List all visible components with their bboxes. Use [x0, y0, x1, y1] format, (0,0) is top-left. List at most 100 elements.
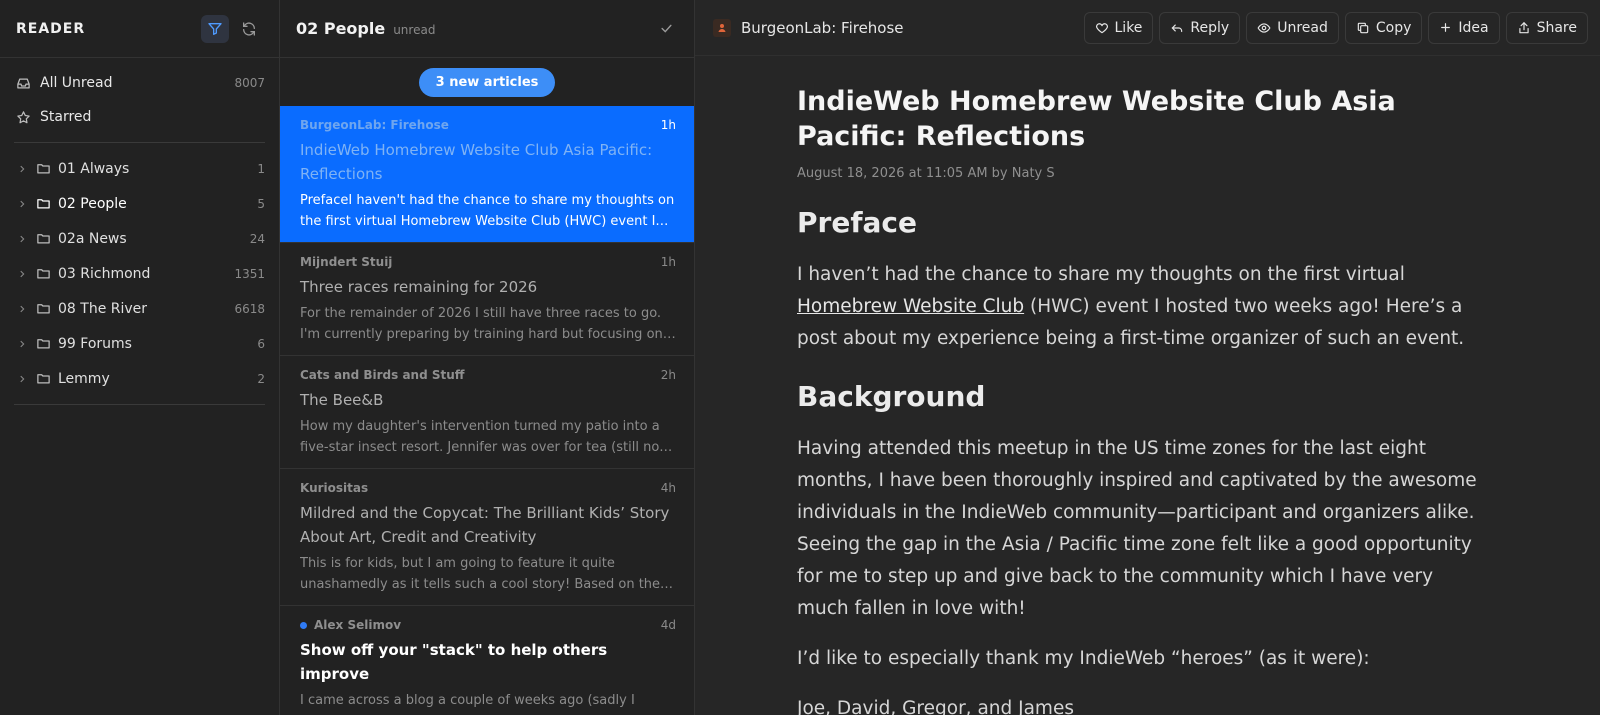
article-excerpt: This is for kids, but I am going to feat… [300, 556, 661, 592]
filter-button[interactable] [201, 14, 229, 43]
inbox-icon [14, 74, 32, 92]
article-meta: BurgeonLab: Firehose 1h [300, 116, 676, 134]
sidebar-item-all-unread[interactable]: All Unread 8007 [14, 66, 265, 100]
article-feed: Cats and Birds and Stuff [300, 368, 465, 382]
folder-icon [34, 231, 52, 246]
list-title: 02 People [296, 19, 386, 38]
folder-icon [34, 266, 52, 281]
check-icon [660, 24, 672, 33]
copy-button[interactable]: Copy [1344, 11, 1423, 44]
article-list: 02 People unread 3 new articles BurgeonL… [280, 0, 695, 715]
article-feed: Mijndert Stuij [300, 255, 393, 269]
article-time: 1h [660, 118, 676, 132]
folder-label: 03 Richmond [58, 265, 151, 282]
sidebar: READER All Unread 8007 Starred 01 Always… [0, 0, 280, 715]
article-heading: IndieWeb Homebrew Website Club Asia Paci… [797, 86, 1396, 152]
article-feed: BurgeonLab: Firehose [300, 118, 449, 132]
list-item[interactable]: Alex Selimov 4d Show off your "stack" to… [280, 606, 694, 715]
share-button[interactable]: Share [1505, 11, 1588, 44]
sidebar-folder-01-always[interactable]: 01 Always 1 [14, 151, 265, 186]
refresh-button[interactable] [235, 15, 263, 43]
chevron-right-icon[interactable] [14, 164, 30, 174]
refresh-icon [243, 21, 255, 36]
homebrew-website-club-link[interactable]: Homebrew Website Club [797, 296, 1024, 317]
article-time: 4h [660, 481, 676, 495]
folder-label: 02 People [58, 195, 127, 212]
sidebar-divider [14, 142, 265, 143]
article-time: 4d [660, 618, 676, 632]
article-meta: Kuriositas 4h [300, 479, 676, 497]
list-subtitle: unread [393, 23, 436, 37]
chevron-right-icon[interactable] [14, 234, 30, 244]
article-excerpt: PrefaceI haven't had the chance to share… [300, 193, 675, 229]
folder-icon [34, 301, 52, 316]
folder-icon [34, 161, 52, 176]
paragraph-4: Joe, David, Gregor, and James [797, 698, 1074, 715]
new-articles-button[interactable]: 3 new articles [418, 67, 556, 97]
share-icon [1518, 21, 1529, 33]
sidebar-folder-03-richmond[interactable]: 03 Richmond 1351 [14, 256, 265, 291]
sidebar-folder-02-people[interactable]: 02 People 5 [14, 186, 265, 221]
folder-label: 01 Always [58, 160, 130, 177]
heart-icon [1095, 22, 1108, 33]
paragraph-1: I haven’t had the chance to share my tho… [797, 259, 1487, 355]
app-title: READER [16, 20, 86, 37]
folder-count: 24 [249, 231, 265, 246]
eye-icon [1257, 22, 1271, 33]
folder-label: Lemmy [58, 370, 110, 387]
unread-dot [300, 621, 307, 629]
article-meta: Cats and Birds and Stuff 2h [300, 366, 676, 384]
like-label: Like [1114, 19, 1143, 36]
sidebar-folder-08-the-river[interactable]: 08 The River 6618 [14, 291, 265, 326]
sidebar-folder-02a-news[interactable]: 02a News 24 [14, 221, 265, 256]
mark-all-read-button[interactable] [654, 17, 678, 41]
folder-label: 99 Forums [58, 335, 132, 352]
reader-app: READER All Unread 8007 Starred 01 Always… [0, 0, 1600, 715]
folder-label: 02a News [58, 230, 127, 247]
unread-count: 8007 [234, 76, 265, 90]
sidebar-item-starred[interactable]: Starred [14, 100, 265, 134]
reader-feed-name[interactable]: BurgeonLab: Firehose [741, 19, 1078, 37]
list-item[interactable]: BurgeonLab: Firehose 1h IndieWeb Homebre… [280, 106, 694, 243]
article-feed: Kuriositas [300, 481, 369, 495]
sidebar-folder-99-forums[interactable]: 99 Forums 6 [14, 326, 265, 361]
section-heading-background: Background [797, 380, 986, 413]
chevron-right-icon[interactable] [14, 339, 30, 349]
list-header: 02 People unread [280, 0, 694, 58]
article-title: Mildred and the Copycat: The Brilliant K… [300, 504, 670, 546]
paragraph-1-text: I haven’t had the chance to share my tho… [797, 264, 1405, 285]
reply-label: Reply [1190, 19, 1230, 36]
folder-icon [34, 371, 52, 386]
star-icon [14, 108, 32, 126]
reply-button[interactable]: Reply [1159, 11, 1241, 44]
sidebar-item-label: Starred [40, 109, 92, 125]
new-articles-bar: 3 new articles [280, 58, 694, 106]
chevron-right-icon[interactable] [14, 304, 30, 314]
idea-button[interactable]: Idea [1428, 11, 1500, 44]
copy-label: Copy [1375, 19, 1412, 36]
paragraph-2: Having attended this meetup in the US ti… [797, 438, 1477, 619]
folder-count: 1351 [234, 266, 265, 281]
like-button[interactable]: Like [1083, 11, 1154, 44]
feed-favicon-icon [713, 18, 731, 37]
list-item[interactable]: Kuriositas 4h Mildred and the Copycat: T… [280, 469, 694, 606]
article-feed: Alex Selimov [314, 618, 402, 632]
article-title: Three races remaining for 2026 [300, 278, 538, 296]
article-time: 1h [660, 255, 676, 269]
chevron-right-icon[interactable] [14, 199, 30, 209]
reader-pane: BurgeonLab: Firehose Like Reply Unread C… [695, 0, 1600, 715]
reply-icon [1172, 24, 1183, 32]
sidebar-folder-lemmy[interactable]: Lemmy 2 [14, 361, 265, 396]
sidebar-item-label: All Unread [40, 75, 113, 91]
article-title: The Bee&B [300, 391, 384, 409]
list-item[interactable]: Mijndert Stuij 1h Three races remaining … [280, 243, 694, 356]
article-excerpt: How my daughter's intervention turned my… [300, 419, 660, 455]
folder-label: 08 The River [58, 300, 148, 317]
article-content: IndieWeb Homebrew Website Club Asia Paci… [797, 84, 1487, 715]
paragraph-3: I’d like to especially thank my IndieWeb… [797, 648, 1370, 669]
chevron-right-icon[interactable] [14, 374, 30, 384]
chevron-right-icon[interactable] [14, 269, 30, 279]
article-meta: Mijndert Stuij 1h [300, 253, 676, 271]
list-item[interactable]: Cats and Birds and Stuff 2h The Bee&B Ho… [280, 356, 694, 469]
mark-unread-button[interactable]: Unread [1246, 11, 1339, 44]
